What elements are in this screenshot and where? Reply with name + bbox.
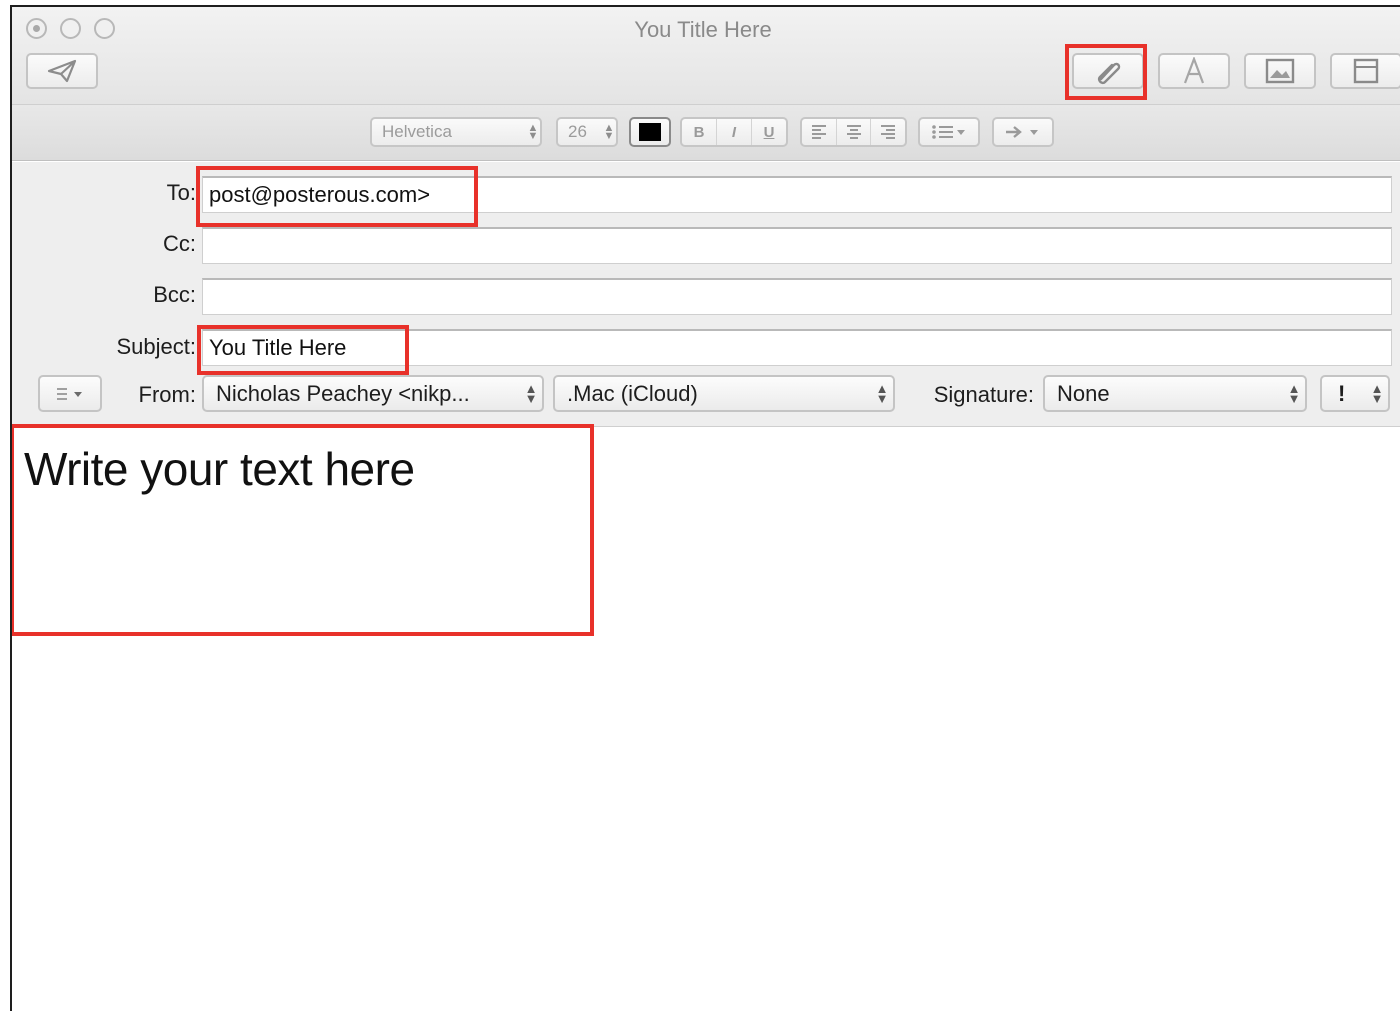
- indent-arrow-icon: [1006, 126, 1038, 138]
- stationery-button[interactable]: [1330, 53, 1400, 89]
- font-a-icon: [1183, 57, 1205, 84]
- text-color-button[interactable]: [629, 117, 671, 147]
- photo-browser-button[interactable]: [1244, 53, 1316, 89]
- from-popup[interactable]: Nicholas Peachey <nikp... ▲ ▼: [202, 375, 544, 412]
- updown-arrows-icon: ▲ ▼: [1287, 380, 1301, 406]
- signature-value: None: [1057, 380, 1110, 406]
- signature-label: Signature:: [933, 382, 1034, 407]
- send-button[interactable]: [26, 53, 98, 89]
- title-toolbar: You Title Here: [12, 7, 1400, 105]
- cc-field[interactable]: [202, 227, 1392, 264]
- subject-label: Subject:: [116, 334, 197, 359]
- priority-value: !: [1338, 380, 1346, 406]
- priority-popup[interactable]: ! ▲ ▼: [1320, 375, 1390, 412]
- align-left-button[interactable]: [802, 119, 837, 145]
- font-size-value: 26: [568, 122, 587, 141]
- align-right-button[interactable]: [871, 119, 905, 145]
- to-label: To:: [166, 180, 196, 205]
- updown-arrows-icon: ▲ ▼: [527, 122, 539, 142]
- align-left-icon: [811, 125, 826, 139]
- header-fields: To: post@posterous.com> Cc: Bcc: Subject…: [12, 162, 1400, 427]
- bcc-label: Bcc:: [153, 282, 196, 307]
- font-size-popup[interactable]: 26 ▲ ▼: [556, 117, 618, 147]
- cc-label: Cc:: [163, 231, 196, 256]
- underline-button[interactable]: U: [752, 119, 786, 145]
- updown-arrows-icon: ▲ ▼: [524, 380, 538, 406]
- account-popup[interactable]: .Mac (iCloud) ▲ ▼: [553, 375, 895, 412]
- align-center-icon: [846, 125, 861, 139]
- message-body[interactable]: Write your text here: [12, 424, 1400, 1011]
- window-title: You Title Here: [634, 17, 772, 42]
- alignment-buttons: [800, 117, 907, 147]
- signature-popup[interactable]: None ▲ ▼: [1043, 375, 1307, 412]
- account-value: .Mac (iCloud): [567, 380, 698, 406]
- align-right-icon: [881, 125, 896, 139]
- mail-compose-window: You Title Here Helvetica ▲ ▼ 26 ▲ ▼ B I …: [10, 5, 1400, 1011]
- list-popup[interactable]: [918, 117, 980, 147]
- color-swatch: [639, 123, 661, 141]
- font-family-popup[interactable]: Helvetica ▲ ▼: [370, 117, 542, 147]
- bcc-field[interactable]: [202, 278, 1392, 315]
- subject-highlight: [197, 325, 409, 375]
- to-highlight: [196, 166, 478, 227]
- list-icon: [932, 125, 965, 139]
- indent-popup[interactable]: [992, 117, 1054, 147]
- align-center-button[interactable]: [837, 119, 872, 145]
- bold-button[interactable]: B: [682, 119, 717, 145]
- updown-arrows-icon: ▲ ▼: [1370, 380, 1384, 406]
- from-value: Nicholas Peachey <nikp...: [216, 380, 470, 406]
- updown-arrows-icon: ▲ ▼: [603, 122, 615, 142]
- from-label: From:: [138, 382, 196, 407]
- italic-button[interactable]: I: [717, 119, 752, 145]
- format-bar: Helvetica ▲ ▼ 26 ▲ ▼ B I U: [12, 105, 1400, 161]
- photo-browser-icon: [1265, 58, 1295, 84]
- text-style-buttons: B I U: [680, 117, 788, 147]
- paper-plane-icon: [47, 59, 77, 83]
- body-highlight: [12, 424, 594, 636]
- stationery-icon: [1353, 58, 1379, 84]
- font-family-value: Helvetica: [382, 122, 452, 141]
- fonts-button[interactable]: [1158, 53, 1230, 89]
- attach-highlight: [1065, 44, 1147, 100]
